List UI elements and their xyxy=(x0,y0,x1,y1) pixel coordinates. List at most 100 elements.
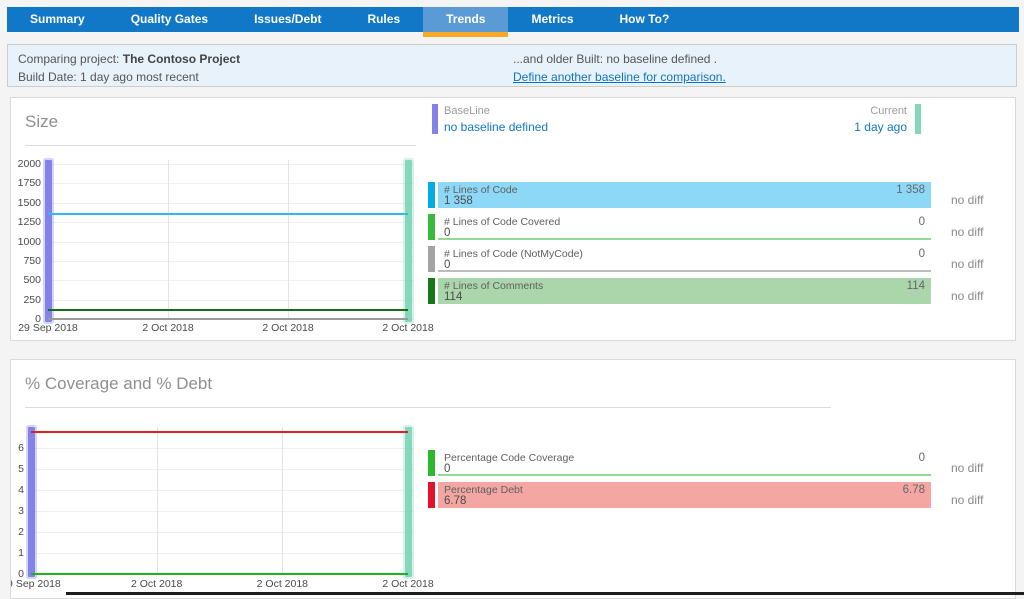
current-marker-band xyxy=(405,427,412,577)
comparing-project-line: Comparing project: The Contoso Project xyxy=(18,50,240,68)
series-line xyxy=(31,431,408,433)
x-axis-label: 2 Oct 2018 xyxy=(243,322,333,334)
tab-rules[interactable]: Rules xyxy=(344,7,423,32)
h-gridline xyxy=(48,261,414,262)
x-axis-label: 29 Sep 2018 xyxy=(10,578,76,590)
baseline-legend-swatch xyxy=(432,104,438,134)
h-gridline xyxy=(31,469,414,470)
h-gridline xyxy=(31,511,414,512)
metric-value: 0 xyxy=(444,259,450,271)
metric-diff-label: no diff xyxy=(951,257,983,271)
metric-box: # Lines of Code 1 358 1 358 xyxy=(438,182,931,208)
metric-current-value: 6.78 xyxy=(903,484,925,496)
y-axis-tick: 5 xyxy=(11,463,24,475)
h-gridline xyxy=(48,280,414,281)
metric-box: Percentage Code Coverage 0 0 xyxy=(438,450,931,476)
tab-summary[interactable]: Summary xyxy=(7,7,108,32)
metric-diff-label: no diff xyxy=(951,289,983,303)
current-marker-band xyxy=(405,160,412,322)
metric-color-bar xyxy=(428,482,435,508)
baseline-legend: BaseLine no baseline defined xyxy=(444,104,548,135)
metric-color-bar xyxy=(428,246,435,272)
divider xyxy=(25,407,831,408)
metric-value: 1 358 xyxy=(444,195,473,207)
v-gridline xyxy=(48,160,49,319)
comparison-info-right: ...and older Built: no baseline defined … xyxy=(513,50,726,86)
series-line xyxy=(48,213,408,215)
coverage-debt-panel: % Coverage and % Debt 012345629 Sep 2018… xyxy=(10,359,1016,599)
y-axis-tick: 6 xyxy=(11,442,24,454)
metric-row-percentage-coverage[interactable]: Percentage Code Coverage 0 0 no diff xyxy=(428,450,1016,476)
y-axis-tick: 1 xyxy=(11,547,24,559)
tab-bar: Summary Quality Gates Issues/Debt Rules … xyxy=(7,7,1019,32)
tab-quality-gates[interactable]: Quality Gates xyxy=(108,7,231,32)
v-gridline xyxy=(282,427,283,574)
x-axis-label: 2 Oct 2018 xyxy=(237,578,327,590)
y-axis-tick: 1250 xyxy=(11,216,41,228)
y-axis-tick: 2000 xyxy=(11,158,41,170)
baseline-legend-value: no baseline defined xyxy=(444,119,548,135)
h-gridline xyxy=(48,164,414,165)
x-axis-label: 2 Oct 2018 xyxy=(363,322,453,334)
tab-how-to[interactable]: How To? xyxy=(597,7,693,32)
metric-current-value: 114 xyxy=(907,280,925,292)
metric-row-lines-of-code[interactable]: # Lines of Code 1 358 1 358 no diff xyxy=(428,182,1016,208)
metric-color-bar xyxy=(428,278,435,304)
current-legend: Current 1 day ago xyxy=(711,104,907,135)
y-axis-tick: 2 xyxy=(11,526,24,538)
metric-color-bar xyxy=(428,450,435,476)
comparison-info-bar: Comparing project: The Contoso Project B… xyxy=(7,44,1017,87)
metric-row-percentage-debt[interactable]: Percentage Debt 6.78 6.78 no diff xyxy=(428,482,1016,508)
h-gridline xyxy=(48,183,414,184)
metric-current-value: 0 xyxy=(919,216,925,228)
v-gridline xyxy=(408,160,409,319)
metric-diff-label: no diff xyxy=(951,493,983,507)
metric-name: Percentage Code Coverage xyxy=(444,452,574,464)
series-line xyxy=(31,573,408,575)
h-gridline xyxy=(31,490,414,491)
tab-issues-debt[interactable]: Issues/Debt xyxy=(231,7,344,32)
define-baseline-link[interactable]: Define another baseline for comparison. xyxy=(513,70,726,84)
baseline-marker-band xyxy=(45,160,52,322)
x-axis-label: 2 Oct 2018 xyxy=(112,578,202,590)
v-gridline xyxy=(288,160,289,319)
baseline-marker-band xyxy=(28,427,35,577)
metric-color-bar xyxy=(428,214,435,240)
window-bottom-edge xyxy=(66,592,1024,595)
y-axis-tick: 0 xyxy=(11,568,24,580)
h-gridline xyxy=(31,448,414,449)
metric-row-lines-of-comments[interactable]: # Lines of Comments 114 114 no diff xyxy=(428,278,1016,304)
y-axis-tick: 750 xyxy=(11,255,41,267)
series-line xyxy=(48,318,408,320)
metric-current-value: 0 xyxy=(919,452,925,464)
comparing-label: Comparing project: xyxy=(18,52,119,66)
current-legend-swatch xyxy=(915,104,921,134)
baseline-legend-label: BaseLine xyxy=(444,104,548,119)
size-panel-title: Size xyxy=(25,112,58,132)
series-line xyxy=(48,309,408,311)
tab-metrics[interactable]: Metrics xyxy=(508,7,596,32)
y-axis-tick: 4 xyxy=(11,484,24,496)
metric-name: # Lines of Code (NotMyCode) xyxy=(444,248,583,260)
y-axis-tick: 3 xyxy=(11,505,24,517)
metric-box: Percentage Debt 6.78 6.78 xyxy=(438,482,931,508)
metric-name: # Lines of Code Covered xyxy=(444,216,560,228)
metric-row-lines-covered[interactable]: # Lines of Code Covered 0 0 no diff xyxy=(428,214,1016,240)
h-gridline xyxy=(31,532,414,533)
x-axis-label: 2 Oct 2018 xyxy=(123,322,213,334)
h-gridline xyxy=(48,319,414,320)
h-gridline xyxy=(48,242,414,243)
y-axis-tick: 250 xyxy=(11,294,41,306)
current-legend-value: 1 day ago xyxy=(711,119,907,135)
metric-value: 0 xyxy=(444,227,450,239)
h-gridline xyxy=(48,203,414,204)
coverage-debt-trend-chart: 012345629 Sep 20182 Oct 20182 Oct 20182 … xyxy=(11,360,1015,598)
metric-current-value: 0 xyxy=(919,248,925,260)
project-name: The Contoso Project xyxy=(123,52,240,66)
series-line xyxy=(48,318,408,320)
build-date-line: Build Date: 1 day ago most recent xyxy=(18,68,240,86)
metric-row-lines-notmycode[interactable]: # Lines of Code (NotMyCode) 0 0 no diff xyxy=(428,246,1016,272)
metric-diff-label: no diff xyxy=(951,193,983,207)
tab-trends[interactable]: Trends xyxy=(423,7,508,32)
y-axis-tick: 500 xyxy=(11,274,41,286)
